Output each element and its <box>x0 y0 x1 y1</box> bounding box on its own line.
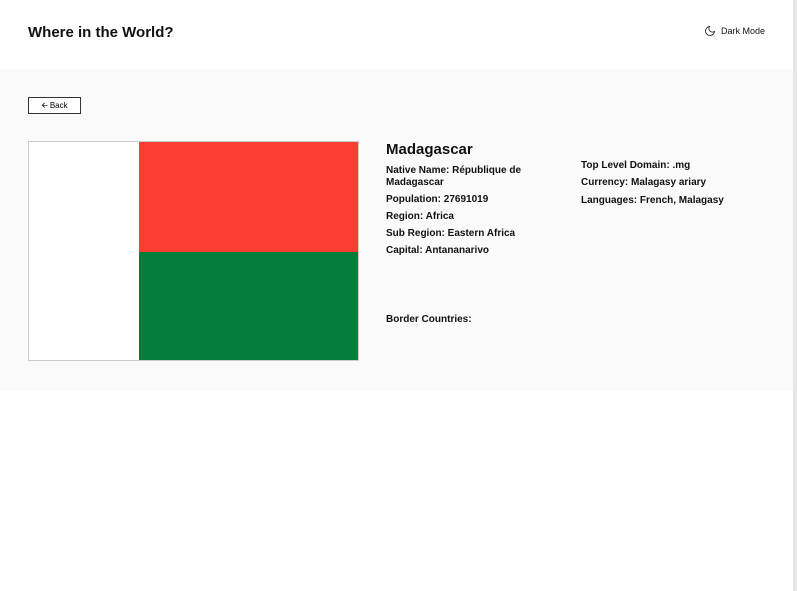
country-detail: 🡨 Back Madagascar Native Name: Républiqu… <box>0 69 793 391</box>
native-name-label: Native Name: <box>386 165 450 176</box>
border-countries-label: Border Countries: <box>386 314 472 325</box>
region-label: Region: <box>386 211 424 222</box>
border-countries-row: Border Countries: <box>386 314 546 326</box>
moon-icon <box>704 25 716 37</box>
flag-green-stripe <box>139 252 358 360</box>
subregion-value: Eastern Africa <box>447 228 516 239</box>
vertical-scrollbar[interactable] <box>793 0 797 591</box>
dark-mode-label: Dark Mode <box>721 26 766 36</box>
currency-value: Malagasy ariary <box>631 177 707 188</box>
subregion-row: Sub Region: Eastern Africa <box>386 228 546 240</box>
flag-white-stripe <box>29 142 139 360</box>
back-button[interactable]: 🡨 Back <box>28 97 81 114</box>
tld-label: Top Level Domain: <box>581 160 670 171</box>
languages-label: Languages: <box>581 195 638 206</box>
capital-value: Antananarivo <box>425 245 489 256</box>
tld-value: .mg <box>672 160 691 171</box>
region-value: Africa <box>425 211 454 222</box>
arrow-left-icon: 🡨 <box>41 100 48 110</box>
country-flag <box>28 141 359 361</box>
population-value: 27691019 <box>443 194 489 205</box>
tld-row: Top Level Domain: .mg <box>581 160 781 172</box>
population-row: Population: 27691019 <box>386 194 546 206</box>
page: Where in the World? Dark Mode 🡨 Back Mad… <box>0 0 797 591</box>
flag-red-stripe <box>139 142 358 252</box>
back-label: Back <box>49 101 68 110</box>
app-header: Where in the World? Dark Mode <box>0 0 797 69</box>
country-name: Madagascar <box>386 141 473 158</box>
capital-label: Capital: <box>386 245 423 256</box>
native-name-row: Native Name: République de Madagascar <box>386 165 546 189</box>
capital-row: Capital: Antananarivo <box>386 245 546 257</box>
currency-label: Currency: <box>581 177 629 188</box>
languages-row: Languages: French, Malagasy <box>581 195 781 207</box>
app-title: Where in the World? <box>28 24 174 41</box>
dark-mode-toggle[interactable]: Dark Mode <box>704 25 765 37</box>
subregion-label: Sub Region: <box>386 228 445 239</box>
currency-row: Currency: Malagasy ariary <box>581 177 781 189</box>
population-label: Population: <box>386 194 441 205</box>
languages-value: French, Malagasy <box>639 195 724 206</box>
region-row: Region: Africa <box>386 211 546 223</box>
